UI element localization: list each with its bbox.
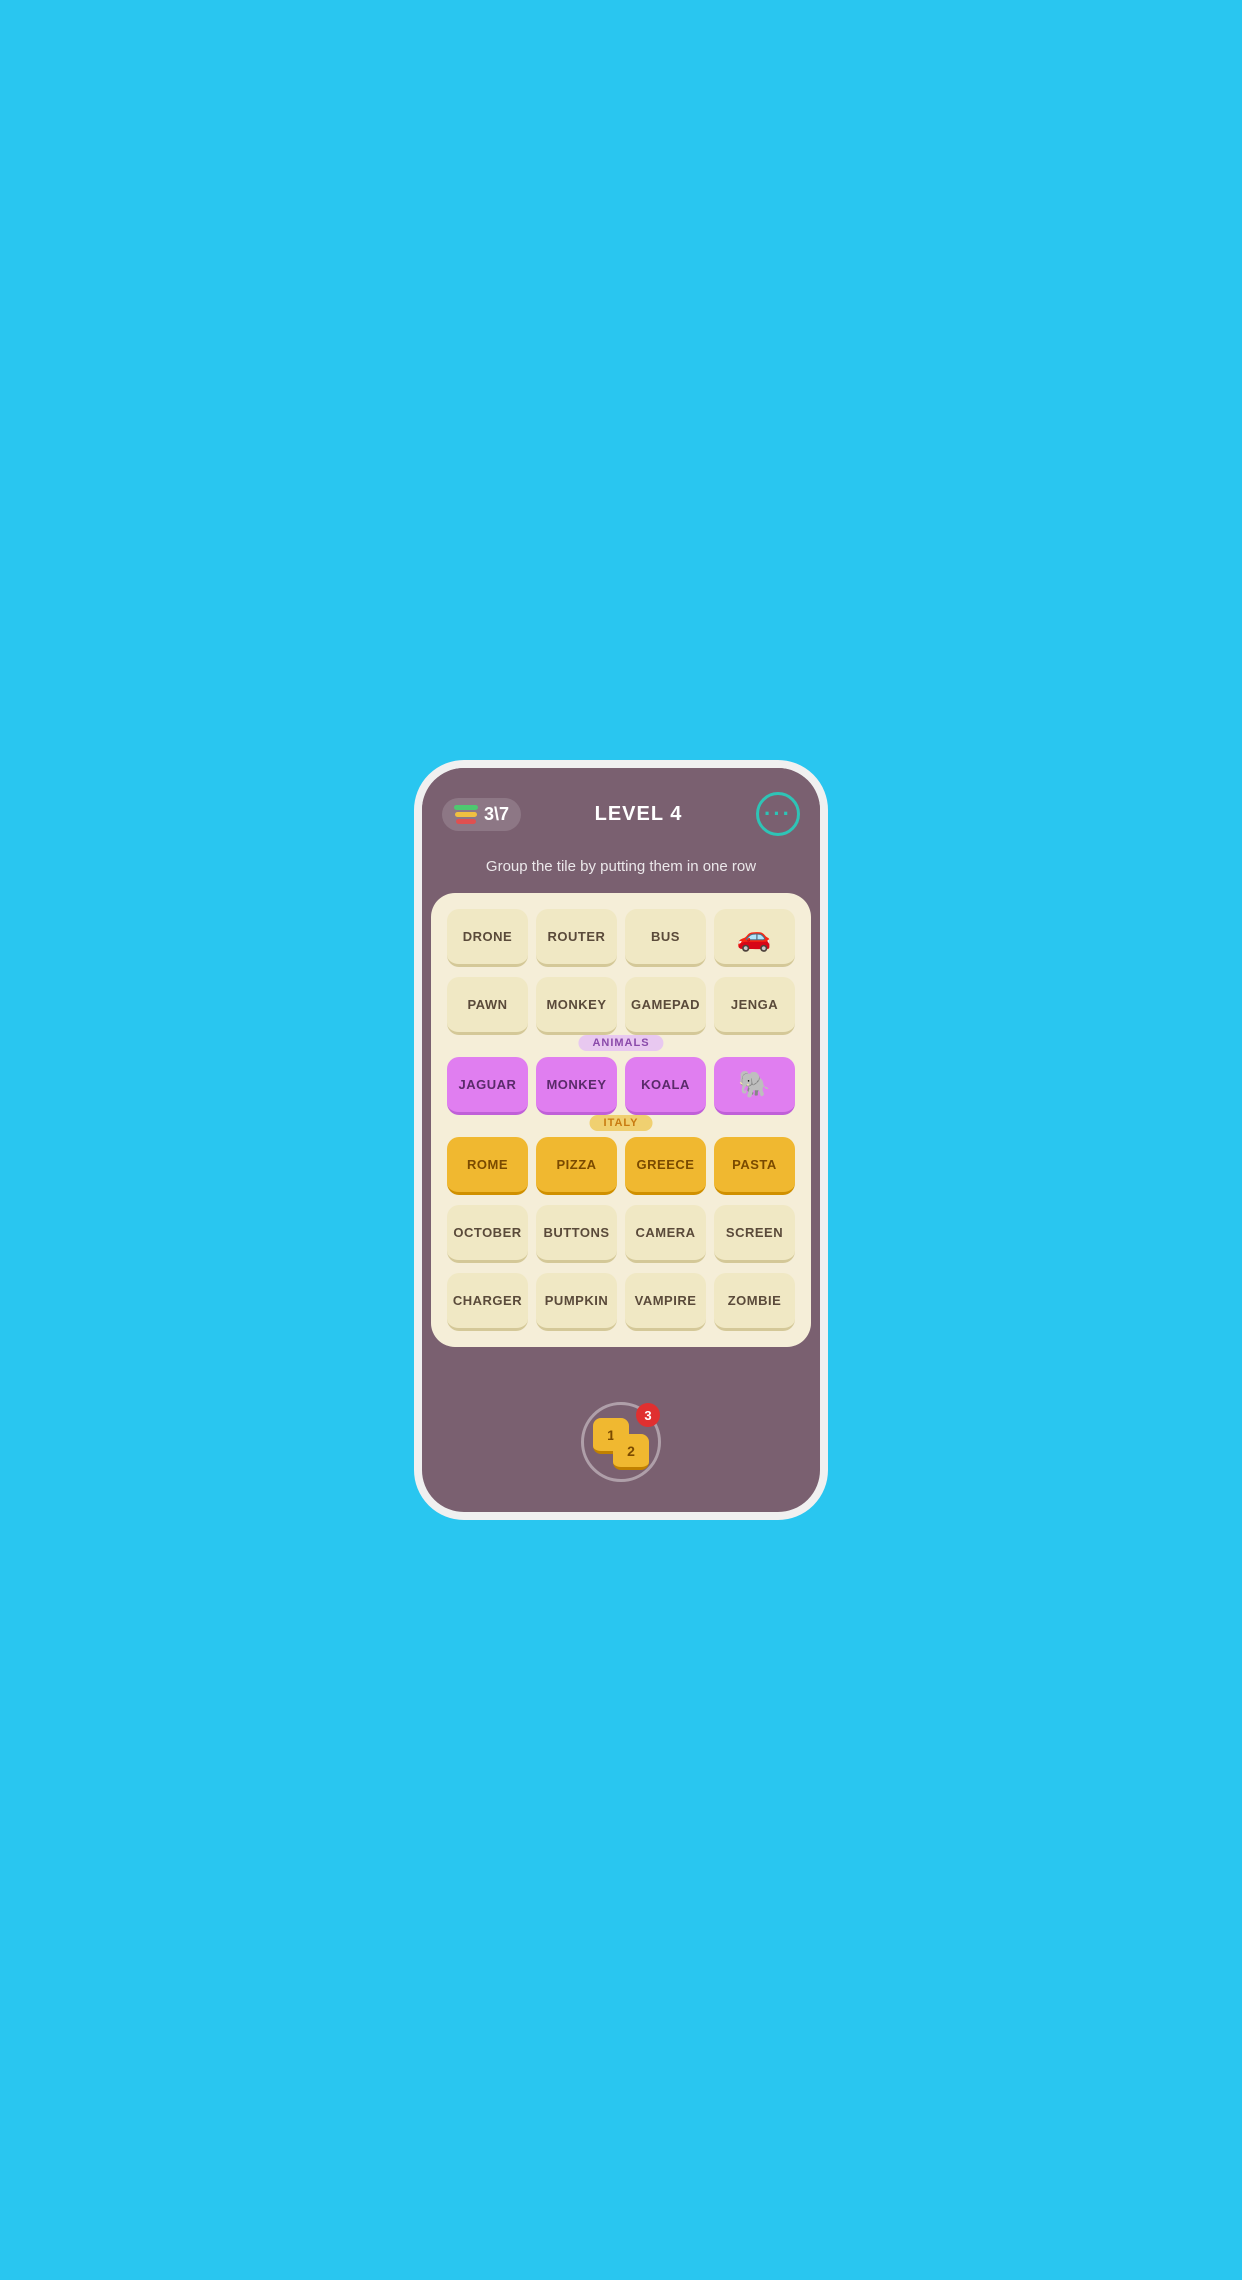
- tile-screen[interactable]: SCREEN: [714, 1205, 795, 1263]
- tile-elephant[interactable]: 🐘: [714, 1057, 795, 1115]
- tile-pasta[interactable]: PASTA: [714, 1137, 795, 1195]
- tile-row-1: DRONE ROUTER BUS 🚗: [447, 909, 795, 967]
- tile-bus[interactable]: BUS: [625, 909, 706, 967]
- tile-buttons[interactable]: BUTTONS: [536, 1205, 617, 1263]
- animals-row: JAGUAR MONKEY KOALA 🐘: [447, 1057, 795, 1115]
- tile-charger[interactable]: CHARGER: [447, 1273, 528, 1331]
- elephant-icon: 🐘: [738, 1069, 771, 1100]
- score-badge: 3\7: [442, 798, 521, 831]
- tile-monkey[interactable]: MONKEY: [536, 977, 617, 1035]
- tile-pumpkin[interactable]: PUMPKIN: [536, 1273, 617, 1331]
- tile-row-5: OCTOBER BUTTONS CAMERA SCREEN: [447, 1205, 795, 1263]
- hint-tile-2: 2: [613, 1434, 649, 1470]
- tile-jaguar[interactable]: JAGUAR: [447, 1057, 528, 1115]
- bottom-area: 1 2 3: [581, 1347, 661, 1512]
- tile-car[interactable]: 🚗: [714, 909, 795, 967]
- tile-greece[interactable]: GREECE: [625, 1137, 706, 1195]
- tile-pizza[interactable]: PIZZA: [536, 1137, 617, 1195]
- tile-rome[interactable]: ROME: [447, 1137, 528, 1195]
- tile-pawn[interactable]: PAWN: [447, 977, 528, 1035]
- tile-jenga[interactable]: JENGA: [714, 977, 795, 1035]
- level-title: LEVEL 4: [595, 803, 683, 826]
- subtitle-text: Group the tile by putting them in one ro…: [466, 852, 776, 893]
- tile-row-2: PAWN MONKEY GAMEPAD JENGA: [447, 977, 795, 1035]
- tile-monkey-animal[interactable]: MONKEY: [536, 1057, 617, 1115]
- tile-vampire[interactable]: VAMPIRE: [625, 1273, 706, 1331]
- tile-zombie[interactable]: ZOMBIE: [714, 1273, 795, 1331]
- tile-october[interactable]: OCTOBER: [447, 1205, 528, 1263]
- car-icon: 🚗: [737, 920, 772, 953]
- italy-label: ITALY: [590, 1115, 653, 1131]
- hint-badge: 3: [636, 1403, 660, 1427]
- phone-frame: 3\7 LEVEL 4 ··· Group the tile by puttin…: [414, 760, 828, 1520]
- tile-row-6: CHARGER PUMPKIN VAMPIRE ZOMBIE: [447, 1273, 795, 1331]
- tile-drone[interactable]: DRONE: [447, 909, 528, 967]
- italy-row: ROME PIZZA GREECE PASTA: [447, 1137, 795, 1195]
- tile-koala[interactable]: KOALA: [625, 1057, 706, 1115]
- tile-camera[interactable]: CAMERA: [625, 1205, 706, 1263]
- header: 3\7 LEVEL 4 ···: [422, 768, 820, 852]
- tile-gamepad[interactable]: GAMEPAD: [625, 977, 706, 1035]
- animals-label: ANIMALS: [578, 1035, 663, 1051]
- dots-icon: ···: [764, 803, 792, 825]
- layers-icon: [454, 805, 478, 824]
- italy-group: ITALY ROME PIZZA GREECE PASTA: [447, 1125, 795, 1195]
- score-text: 3\7: [484, 804, 509, 825]
- tile-router[interactable]: ROUTER: [536, 909, 617, 967]
- hint-button[interactable]: 1 2 3: [581, 1402, 661, 1482]
- menu-button[interactable]: ···: [756, 792, 800, 836]
- animals-group: ANIMALS JAGUAR MONKEY KOALA 🐘: [447, 1045, 795, 1115]
- game-board: DRONE ROUTER BUS 🚗 PAWN MONKEY GAMEPAD J…: [431, 893, 811, 1347]
